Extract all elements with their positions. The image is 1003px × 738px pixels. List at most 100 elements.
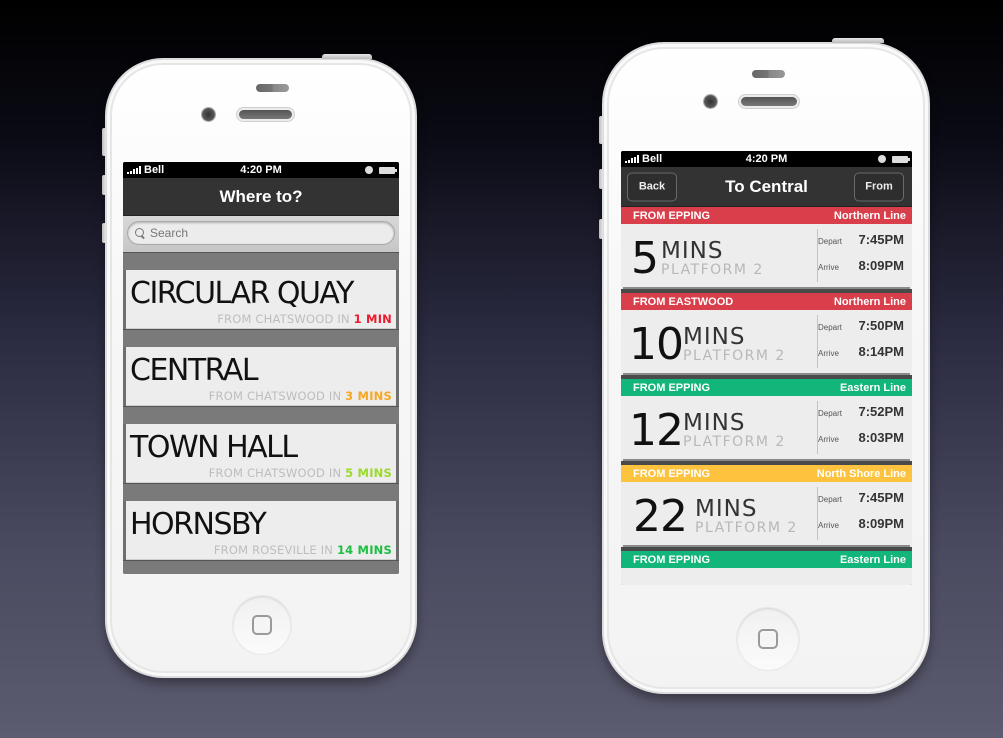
trip-card[interactable]: FROM EPPING Eastern Line [621,551,912,585]
arrive-label: Arrive [818,263,839,272]
minutes-number: 12 [629,405,684,456]
trip-times: Depart 7:45PM Arrive 8:09PM [818,232,904,284]
divider [123,252,399,270]
trip-times: Depart 7:50PM Arrive 8:14PM [818,318,904,370]
arrive-time: 8:09PM [858,258,904,273]
trip-card[interactable]: FROM EASTWOOD Northern Line 10 MINS PLAT… [621,293,912,379]
home-button[interactable] [233,596,291,654]
destination-name: TOWN HALL [130,429,298,466]
destination-name: CIRCULAR QUAY [130,275,354,312]
battery-icon [892,155,910,163]
divider [123,483,399,501]
destination-item[interactable]: CENTRAL FROM CHATSWOOD IN 3 MINS [126,347,396,406]
destination-subtitle: FROM CHATSWOOD IN 1 MIN [217,312,392,326]
platform-label: PLATFORM 2 [683,434,786,450]
platform-label: PLATFORM 2 [661,262,764,278]
arrive-label: Arrive [818,435,839,444]
destination-subtitle: FROM CHATSWOOD IN 3 MINS [209,389,392,403]
status-bar: Bell 4:20 PM [123,162,399,178]
trip-header: FROM EPPING Eastern Line [621,551,912,568]
eta-text: 3 MINS [345,389,392,403]
battery-icon [379,166,397,174]
trip-origin: FROM EPPING [633,381,711,394]
power-button[interactable] [832,38,884,43]
depart-label: Depart [818,495,843,504]
destination-item[interactable]: CIRCULAR QUAY FROM CHATSWOOD IN 1 MIN [126,270,396,329]
depart-label: Depart [818,237,843,246]
trip-card[interactable]: FROM EPPING Eastern Line 12 MINS PLATFOR… [621,379,912,465]
earpiece-speaker [239,110,292,119]
minutes-unit: MINS [683,324,746,350]
volume-up-button[interactable] [102,175,106,195]
depart-time: 7:52PM [858,404,904,419]
left-screen: Bell 4:20 PM Where to? Search CIRCULAR Q… [123,162,399,574]
destination-list: CIRCULAR QUAY FROM CHATSWOOD IN 1 MIN CE… [123,252,399,574]
minutes-unit: MINS [683,410,746,436]
power-button[interactable] [322,54,372,59]
minutes-number: 22 [633,491,688,542]
trip-body: 22 MINS PLATFORM 2 Depart 7:45PM Arrive 8:… [623,482,910,547]
volume-down-button[interactable] [102,223,106,243]
minutes-unit: MINS [695,496,758,522]
trip-header: FROM EASTWOOD Northern Line [621,293,912,310]
volume-up-button[interactable] [599,169,603,189]
depart-label: Depart [818,323,843,332]
home-square-icon [252,615,272,635]
carrier-label: Bell [144,164,165,176]
eta-text: 5 MINS [345,466,392,480]
divider [123,560,399,574]
home-button[interactable] [737,608,799,670]
destination-item[interactable]: TOWN HALL FROM CHATSWOOD IN 5 MINS [126,424,396,483]
trip-origin: FROM EPPING [633,467,711,480]
trip-body: 10 MINS PLATFORM 2 Depart 7:50PM Arrive 8:… [623,310,910,375]
signal-icon [625,155,639,163]
destination-name: CENTRAL [130,352,259,389]
mute-switch[interactable] [599,116,603,144]
earpiece-speaker [741,97,797,106]
rotation-lock-icon [878,155,886,163]
divider [123,329,399,347]
volume-down-button[interactable] [599,219,603,239]
from-button[interactable]: From [854,172,904,201]
trip-line: Eastern Line [839,381,906,394]
origin-text: FROM ROSEVILLE IN [213,543,337,557]
page-title: To Central [725,176,808,196]
front-camera [202,108,215,121]
carrier-label: Bell [642,153,663,165]
clock: 4:20 PM [240,164,282,176]
trip-times: Depart 7:52PM Arrive 8:03PM [818,404,904,456]
origin-text: FROM CHATSWOOD IN [217,312,354,326]
trip-card[interactable]: FROM EPPING North Shore Line 22 MINS PLA… [621,465,912,551]
trip-card[interactable]: FROM EPPING Northern Line 5 MINS PLATFOR… [621,207,912,293]
trip-line: Eastern Line [839,553,906,566]
home-square-icon [758,629,778,649]
nav-bar: Where to? [123,178,399,216]
minutes-unit: MINS [661,238,724,264]
trip-times: Depart 7:45PM Arrive 8:09PM [818,490,904,542]
mute-switch[interactable] [102,128,106,156]
depart-time: 7:45PM [858,490,904,505]
proximity-sensor [752,70,785,78]
front-camera [704,95,717,108]
arrive-label: Arrive [818,349,839,358]
trip-body: 12 MINS PLATFORM 2 Depart 7:52PM Arrive 8:… [623,396,910,461]
trip-body: 5 MINS PLATFORM 2 Depart 7:45PM Arrive 8:0… [623,224,910,289]
back-button[interactable]: Back [627,172,677,201]
proximity-sensor [256,84,289,92]
search-placeholder: Search [150,226,189,240]
trip-origin: FROM EPPING [633,209,711,222]
destination-item[interactable]: HORNSBY FROM ROSEVILLE IN 14 MINS [126,501,396,560]
nav-bar: Back To Central From [621,167,912,207]
minutes-number: 10 [629,319,684,370]
arrive-time: 8:03PM [858,430,904,445]
search-input[interactable]: Search [127,221,395,245]
arrive-time: 8:14PM [858,344,904,359]
page-title: Where to? [219,186,303,206]
platform-label: PLATFORM 2 [683,348,786,364]
minutes-number: 5 [631,233,659,284]
trip-line: North Shore Line [816,467,906,480]
depart-label: Depart [818,409,843,418]
depart-time: 7:45PM [858,232,904,247]
trip-header: FROM EPPING Northern Line [621,207,912,224]
trip-origin: FROM EPPING [633,553,711,566]
